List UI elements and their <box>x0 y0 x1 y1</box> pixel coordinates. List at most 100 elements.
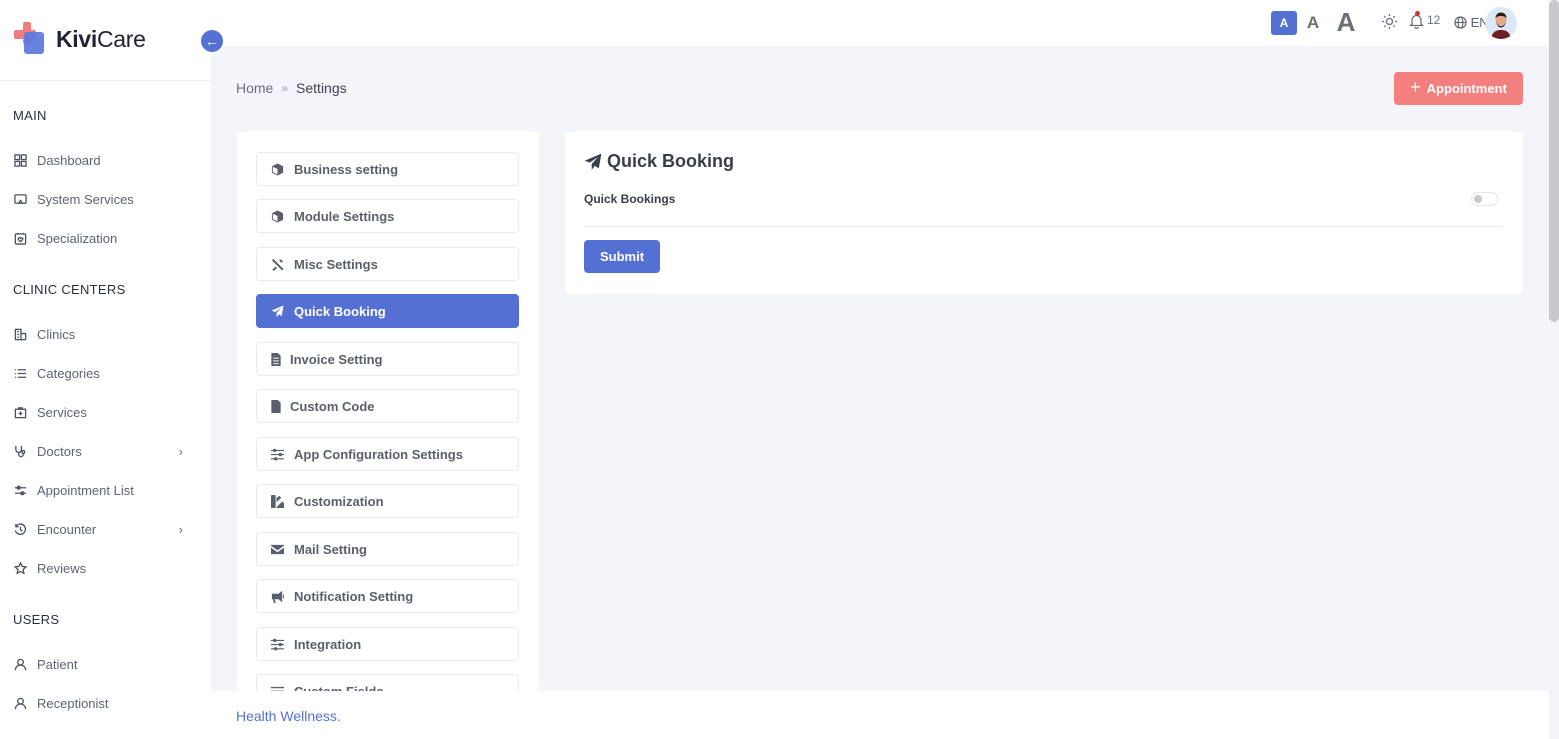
logo-icon <box>14 22 48 56</box>
settings-menu-label: Quick Booking <box>294 303 386 319</box>
card-title: Quick Booking <box>584 151 734 172</box>
scrollbar-thumb[interactable] <box>1549 0 1559 322</box>
quick-bookings-label: Quick Bookings <box>584 192 676 206</box>
language-selector[interactable]: EN <box>1454 15 1489 30</box>
sidebar-item-patient[interactable]: Patient <box>13 652 193 676</box>
sidebar-item-specialization[interactable]: Specialization <box>13 226 193 250</box>
settings-menu-custom-fields[interactable]: Custom Fields <box>256 674 519 691</box>
user-avatar[interactable] <box>1485 7 1517 39</box>
cube-icon <box>271 209 284 223</box>
sidebar-item-label: Dashboard <box>37 152 101 168</box>
cube-icon <box>271 162 284 176</box>
settings-menu: Business setting Module Settings Misc Se… <box>237 131 539 691</box>
paper-plane-icon <box>584 153 602 170</box>
settings-menu-business-setting[interactable]: Business setting <box>256 152 519 186</box>
section-clinic-centers-title: CLINIC CENTERS <box>13 282 126 297</box>
logo[interactable]: KiviCare <box>14 22 146 56</box>
sidebar-item-label: Appointment List <box>37 482 134 498</box>
collapse-sidebar-button[interactable]: ← <box>201 30 223 52</box>
avatar-image <box>1491 12 1511 39</box>
settings-menu-custom-code[interactable]: Custom Code <box>256 389 519 423</box>
settings-menu-module-settings[interactable]: Module Settings <box>256 199 519 233</box>
grid-icon <box>13 153 27 167</box>
settings-menu-label: Invoice Setting <box>290 351 383 367</box>
double-chevron-right-icon: » <box>281 81 289 95</box>
sidebar-item-label: Patient <box>37 656 78 672</box>
settings-menu-label: Misc Settings <box>294 256 378 272</box>
quick-bookings-toggle[interactable] <box>1471 192 1498 206</box>
card-divider <box>584 226 1503 227</box>
sidebar-item-services[interactable]: Services <box>13 400 193 424</box>
sidebar-item-categories[interactable]: Categories <box>13 361 193 385</box>
quick-booking-card: Quick Booking Quick Bookings Submit <box>565 131 1523 294</box>
user-icon <box>13 657 27 671</box>
sidebar-item-label: Clinics <box>37 326 76 342</box>
settings-menu-label: Module Settings <box>294 208 395 224</box>
theme-toggle-button[interactable] <box>1381 13 1398 35</box>
footer: Health Wellness. <box>211 691 1549 739</box>
notification-dot <box>1415 11 1420 16</box>
font-size-medium-button[interactable]: A <box>1303 11 1323 35</box>
envelope-icon <box>271 543 284 556</box>
sidebar-item-doctors[interactable]: Doctors › <box>13 439 193 463</box>
sidebar-item-label: Receptionist <box>37 695 109 711</box>
tools-icon <box>271 258 284 271</box>
sidebar-item-label: Reviews <box>37 560 87 576</box>
sidebar-item-encounter[interactable]: Encounter › <box>13 517 193 541</box>
sidebar-item-appointment-list[interactable]: Appointment List <box>13 478 193 502</box>
notifications-button[interactable] <box>1408 11 1425 34</box>
chevron-right-icon: › <box>178 443 183 459</box>
sidebar-item-system-services[interactable]: System Services <box>13 187 193 211</box>
chevron-right-icon: › <box>178 521 183 537</box>
settings-menu-customization[interactable]: Customization <box>256 484 519 518</box>
settings-menu-invoice-setting[interactable]: Invoice Setting <box>256 342 519 376</box>
settings-menu-label: App Configuration Settings <box>294 446 463 462</box>
breadcrumb-home-link[interactable]: Home <box>236 80 273 96</box>
section-users-title: USERS <box>13 612 60 627</box>
sidebar-item-label: Encounter <box>37 521 97 537</box>
stethoscope-icon <box>13 444 27 458</box>
sliders-icon <box>271 448 284 461</box>
settings-menu-notification-setting[interactable]: Notification Setting <box>256 579 519 613</box>
add-appointment-label: Appointment <box>1426 81 1507 96</box>
toggle-knob <box>1474 195 1482 203</box>
history-icon <box>13 522 27 536</box>
settings-menu-app-configuration[interactable]: App Configuration Settings <box>256 437 519 471</box>
sidebar-divider <box>0 80 211 81</box>
settings-menu-label: Integration <box>294 636 362 652</box>
settings-menu-misc-settings[interactable]: Misc Settings <box>256 247 519 281</box>
sidebar-item-dashboard[interactable]: Dashboard <box>13 148 193 172</box>
star-icon <box>13 561 27 575</box>
topbar: A A A 12 EN <box>211 0 1549 46</box>
settings-menu-quick-booking[interactable]: Quick Booking <box>256 294 519 328</box>
building-icon <box>13 327 27 341</box>
card-title-text: Quick Booking <box>607 151 735 171</box>
list-icon <box>13 366 27 380</box>
settings-menu-label: Business setting <box>294 161 399 177</box>
sidebar: KiviCare MAIN Dashboard System Services … <box>0 0 211 739</box>
font-size-small-button[interactable]: A <box>1271 11 1297 35</box>
sidebar-item-clinics[interactable]: Clinics <box>13 322 193 346</box>
globe-icon <box>1454 16 1467 29</box>
settings-menu-label: Customization <box>294 493 384 509</box>
settings-menu-label: Notification Setting <box>294 588 414 604</box>
settings-menu-label: Mail Setting <box>294 541 367 557</box>
font-size-large-button[interactable]: A <box>1333 6 1359 38</box>
settings-menu-mail-setting[interactable]: Mail Setting <box>256 532 519 566</box>
monitor-icon <box>13 192 27 206</box>
invoice-icon <box>271 352 281 366</box>
section-main-title: MAIN <box>13 108 47 123</box>
breadcrumb-current: Settings <box>296 80 347 96</box>
settings-menu-label: Custom Fields <box>294 683 384 692</box>
submit-button[interactable]: Submit <box>584 240 660 273</box>
plus-icon: + <box>1410 77 1421 97</box>
page-scrollbar[interactable] <box>1549 0 1559 739</box>
sidebar-item-reviews[interactable]: Reviews <box>13 556 193 580</box>
sidebar-item-receptionist[interactable]: Receptionist <box>13 691 193 715</box>
settings-menu-integration[interactable]: Integration <box>256 627 519 661</box>
sidebar-item-label: Services <box>37 404 87 420</box>
sliders-icon <box>271 638 284 651</box>
palette-icon <box>271 494 284 508</box>
arrow-left-icon: ← <box>205 33 219 49</box>
add-appointment-button[interactable]: + Appointment <box>1394 72 1523 105</box>
